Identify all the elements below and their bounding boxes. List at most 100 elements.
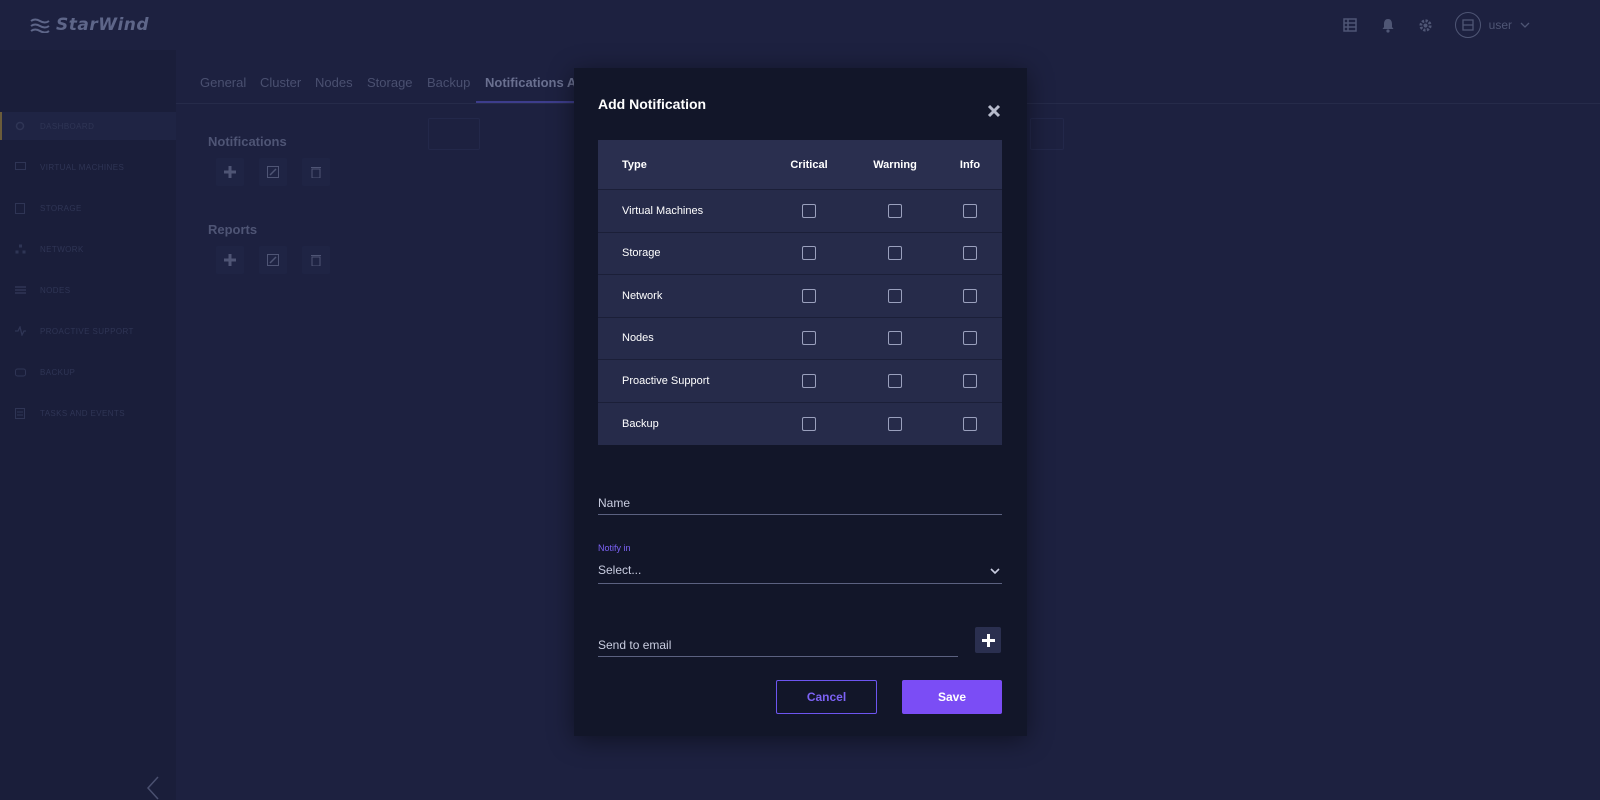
sidebar-item-label: DASHBOARD [40,121,95,131]
info-checkbox[interactable] [963,203,977,218]
reports-section-title: Reports [208,222,258,237]
sidebar-item-tasks-and-events[interactable]: TASKS AND EVENTS [0,399,176,427]
dialog-title: Add Notification [598,96,707,112]
table-icon[interactable] [1341,16,1359,34]
header-actions: user [1341,12,1530,38]
delete-report-button[interactable] [302,246,330,274]
notify-in-value: Select... [598,563,642,577]
user-menu[interactable]: user [1454,12,1530,38]
backup-icon [14,366,26,378]
monitor-icon [14,161,26,173]
table-row: Nodes [598,317,1002,360]
edit-icon [267,254,279,266]
delete-notification-button[interactable] [302,158,330,186]
warning-checkbox[interactable] [888,203,902,218]
row-type-label: Network [622,289,663,302]
header-critical: Critical [790,158,828,171]
warning-checkbox[interactable] [888,373,902,388]
sidebar-item-label: TASKS AND EVENTS [40,408,125,418]
notification-types-table: Type Critical Warning Info Virtual Machi… [598,140,1002,445]
info-checkbox[interactable] [963,416,977,431]
sidebar-item-storage[interactable]: STORAGE [0,194,176,222]
add-notification-button[interactable] [216,158,244,186]
notifications-section-title: Notifications [208,134,287,149]
email-input[interactable] [598,638,958,656]
critical-checkbox[interactable] [802,288,816,303]
warning-checkbox[interactable] [888,288,902,303]
chevron-left-icon[interactable] [146,776,160,800]
name-input[interactable] [598,496,1002,514]
edit-notification-button[interactable] [259,158,287,186]
notify-in-select[interactable]: Select... [598,563,1002,584]
sidebar-item-label: BACKUP [40,367,76,377]
info-checkbox[interactable] [963,246,977,261]
avatar-icon [1454,12,1481,38]
tab-cluster[interactable]: Cluster [260,75,301,90]
info-checkbox[interactable] [963,331,977,346]
critical-checkbox[interactable] [802,416,816,431]
active-tab-indicator [476,101,576,103]
sidebar-item-virtual-machines[interactable]: VIRTUAL MACHINES [0,153,176,181]
gear-icon[interactable] [1417,16,1435,34]
row-type-label: Nodes [622,332,654,345]
tab-nodes[interactable]: Nodes [315,75,353,90]
sidebar: DASHBOARD VIRTUAL MACHINES STORAGE NETWO… [0,50,176,800]
email-field [598,636,958,657]
plus-icon [224,254,236,266]
add-email-button[interactable] [975,627,1001,653]
save-button[interactable]: Save [902,680,1002,714]
close-icon[interactable] [987,104,1001,118]
warning-checkbox[interactable] [888,246,902,261]
logo-text: StarWind [56,15,150,35]
trash-icon [311,167,321,178]
waves-icon [30,18,50,33]
table-row: Backup [598,402,1002,445]
critical-checkbox[interactable] [802,203,816,218]
background-field [1030,118,1064,150]
sidebar-item-nodes[interactable]: NODES [0,276,176,304]
header-type: Type [622,158,647,171]
info-checkbox[interactable] [963,288,977,303]
logo[interactable]: StarWind [30,12,149,38]
cancel-button[interactable]: Cancel [776,680,877,714]
bell-icon[interactable] [1379,16,1397,34]
table-row: Storage [598,232,1002,275]
top-bar: StarWind user [0,0,1600,50]
critical-checkbox[interactable] [802,331,816,346]
sidebar-item-label: STORAGE [40,203,82,213]
plus-icon [224,166,236,178]
sidebar-item-label: NODES [40,285,71,295]
warning-checkbox[interactable] [888,416,902,431]
server-icon [14,284,26,296]
chevron-down-icon [990,568,1000,575]
sidebar-item-dashboard[interactable]: DASHBOARD [0,112,176,140]
table-row: Proactive Support [598,360,1002,403]
critical-checkbox[interactable] [802,373,816,388]
tab-general[interactable]: General [200,75,246,90]
background-field [428,118,480,150]
table-header-row: Type Critical Warning Info [598,140,1002,190]
tab-backup[interactable]: Backup [427,75,470,90]
sidebar-item-proactive-support[interactable]: PROACTIVE SUPPORT [0,317,176,345]
edit-report-button[interactable] [259,246,287,274]
tab-notifications[interactable]: Notifications An [485,75,584,90]
warning-checkbox[interactable] [888,331,902,346]
add-notification-dialog: Add Notification Type Critical Warning I… [574,68,1027,736]
sidebar-item-label: PROACTIVE SUPPORT [40,326,134,336]
sidebar-item-backup[interactable]: BACKUP [0,358,176,386]
sidebar-item-label: VIRTUAL MACHINES [40,162,125,172]
row-type-label: Storage [622,247,661,260]
table-row: Network [598,275,1002,318]
row-type-label: Proactive Support [622,374,710,387]
plus-icon [981,633,995,647]
info-checkbox[interactable] [963,373,977,388]
row-type-label: Backup [622,417,659,430]
tab-storage[interactable]: Storage [367,75,413,90]
add-report-button[interactable] [216,246,244,274]
active-indicator [0,112,2,140]
list-icon [14,407,26,419]
critical-checkbox[interactable] [802,246,816,261]
storage-icon [14,202,26,214]
sidebar-item-network[interactable]: NETWORK [0,235,176,263]
header-info: Info [959,158,981,171]
